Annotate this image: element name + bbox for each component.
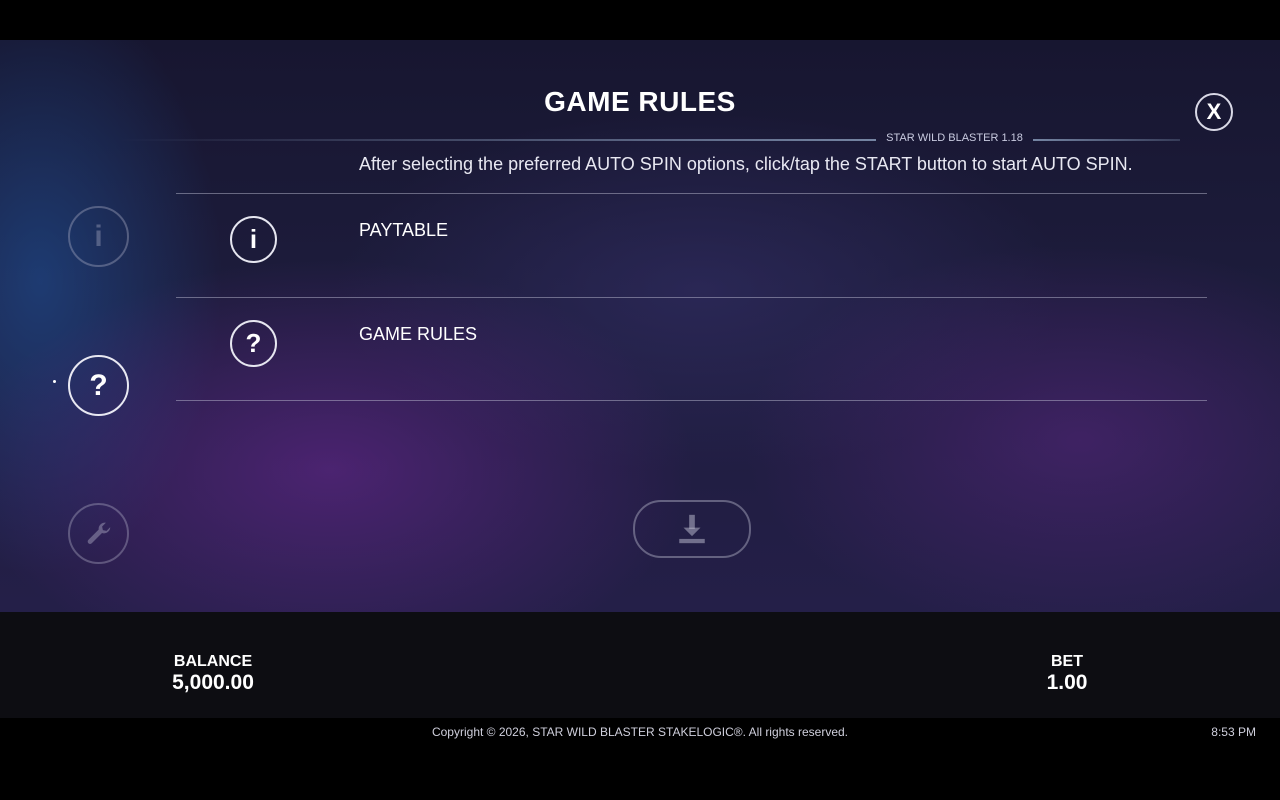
bet-label: BET (1051, 653, 1083, 670)
clock: 8:53 PM (1211, 725, 1256, 739)
row-divider (176, 400, 1207, 401)
sidebar-item-paytable[interactable]: i (68, 206, 129, 267)
menu-item-label: GAME RULES (359, 324, 478, 344)
game-screen: GAME RULES X STAR WILD BLASTER 1.18 Afte… (0, 0, 1280, 800)
bet-display: BET 1.00 (1017, 653, 1117, 695)
balance-value: 5,000.00 (172, 671, 254, 694)
question-icon: ? (89, 368, 108, 402)
info-icon: i (94, 219, 103, 253)
menu-item-game-rules[interactable]: ? GAME RULES (176, 298, 1207, 401)
bet-value: 1.00 (1046, 671, 1088, 694)
close-button[interactable]: X (1195, 93, 1233, 131)
header-divider-left (120, 139, 876, 141)
auto-spin-instructions: After selecting the preferred AUTO SPIN … (359, 154, 1133, 174)
game-version: STAR WILD BLASTER 1.18 (886, 132, 1023, 144)
status-bar: BALANCE 5,000.00 BET 1.00 (0, 612, 1280, 718)
rules-panel: GAME RULES X STAR WILD BLASTER 1.18 Afte… (0, 40, 1280, 612)
page-title: GAME RULES (544, 86, 736, 117)
header-divider-right (1033, 139, 1180, 141)
balance-label: BALANCE (173, 653, 253, 670)
balance-display: BALANCE 5,000.00 (153, 653, 273, 695)
menu-item-label: PAYTABLE (359, 220, 449, 240)
sidebar-item-game-rules[interactable]: ? (68, 355, 129, 416)
download-icon (679, 514, 705, 544)
info-icon: i (230, 216, 277, 263)
menu-item-paytable[interactable]: i PAYTABLE (176, 194, 1207, 297)
copyright-text: Copyright © 2026, STAR WILD BLASTER STAK… (431, 725, 849, 739)
footer: Copyright © 2026, STAR WILD BLASTER STAK… (0, 718, 1280, 800)
scrolled-text-clip: After selecting the preferred AUTO SPIN … (359, 144, 1219, 176)
question-icon: ? (230, 320, 277, 367)
top-bar (0, 0, 1280, 40)
download-button[interactable] (633, 500, 751, 558)
wrench-icon (87, 522, 110, 544)
close-icon: X (1206, 99, 1222, 124)
sidebar-item-settings[interactable] (68, 503, 129, 564)
active-indicator (53, 380, 56, 383)
